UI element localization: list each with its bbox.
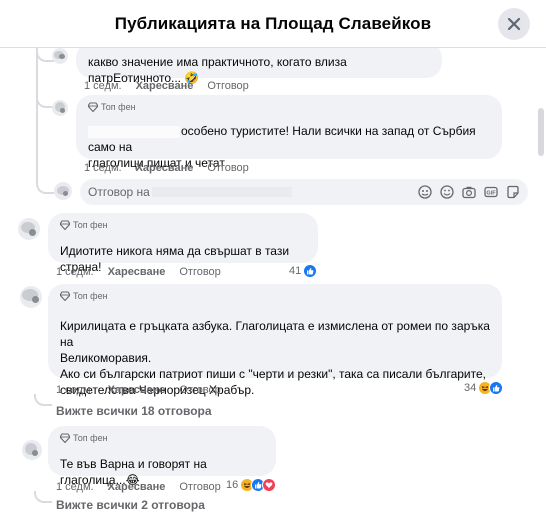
reaction-count: 16	[226, 479, 239, 491]
reply-link[interactable]: Отговор	[207, 162, 248, 174]
comment-actions: 1 седм. Харесване Отговор	[56, 384, 221, 396]
avatar-icon[interactable]	[418, 185, 432, 199]
avatar[interactable]	[20, 286, 42, 308]
like-icon	[489, 381, 504, 395]
love-icon	[262, 478, 277, 492]
diamond-icon	[60, 291, 70, 301]
like-link[interactable]: Харесване	[136, 162, 194, 174]
reply-link[interactable]: Отговор	[179, 384, 220, 396]
close-icon	[507, 17, 521, 31]
comment-bubble: Топ фен Кирилицата е гръцката азбука. Гл…	[48, 284, 502, 397]
comment-text-line: Кирилицата е гръцката азбука. Глаголицат…	[60, 319, 490, 349]
comment-actions: 1 седм. Харесване Отговор	[56, 266, 221, 278]
reaction-count: 41	[289, 265, 302, 277]
like-link[interactable]: Харесване	[108, 266, 166, 278]
reply-placeholder: Отговор на	[88, 185, 150, 199]
avatar[interactable]	[52, 100, 68, 116]
my-avatar[interactable]	[54, 182, 72, 200]
diamond-icon	[88, 102, 98, 112]
avatar[interactable]	[22, 440, 42, 460]
gif-icon[interactable]: GIF	[484, 185, 498, 199]
top-fan-badge: Топ фен	[60, 432, 264, 444]
like-icon	[303, 264, 318, 278]
comment-bubble: Топ фен Идиотите никога няма да свършат …	[48, 213, 318, 274]
comment-time[interactable]: 1 седм.	[56, 481, 94, 493]
like-link[interactable]: Харесване	[108, 481, 166, 493]
thread-connector	[34, 491, 52, 503]
comment-time[interactable]: 1 седм.	[56, 266, 94, 278]
dialog-title: Публикацията на Площад Славейков	[114, 13, 432, 33]
svg-text:GIF: GIF	[486, 191, 496, 197]
avatar[interactable]	[52, 48, 68, 64]
top-fan-badge: Топ фен	[60, 219, 306, 231]
diamond-icon	[60, 433, 70, 443]
reaction-summary[interactable]: 16	[226, 478, 277, 492]
comment-actions: 1 седм. Харесване Отговор	[56, 481, 221, 493]
reply-input[interactable]: Отговор на GIF	[80, 179, 528, 205]
sticker-icon[interactable]	[506, 185, 520, 199]
dialog-header: Публикацията на Площад Славейков	[0, 0, 546, 48]
thread-connector	[36, 180, 54, 194]
comment-bubble: Топ фен особено туристите! Нали всички н…	[76, 95, 502, 170]
reply-link[interactable]: Отговор	[179, 266, 220, 278]
diamond-icon	[60, 220, 70, 230]
avatar[interactable]	[18, 218, 40, 240]
reply-link[interactable]: Отговор	[207, 80, 248, 92]
reaction-summary[interactable]: 41	[289, 264, 318, 278]
reaction-count: 34	[464, 382, 477, 394]
scrollbar[interactable]	[538, 108, 544, 156]
input-icon-bar: GIF	[418, 185, 520, 199]
comment-time[interactable]: 1 седм.	[84, 162, 122, 174]
comment-time[interactable]: 1 седм.	[84, 80, 122, 92]
like-link[interactable]: Харесване	[108, 384, 166, 396]
close-button[interactable]	[498, 8, 530, 40]
comment-bubble: Топ фен Те във Варна и говорят на глагол…	[48, 426, 276, 487]
camera-icon[interactable]	[462, 185, 476, 199]
like-link[interactable]: Харесване	[136, 80, 194, 92]
reaction-summary[interactable]: 34	[464, 381, 504, 395]
comment-text-line: Ако си български патриот пиши с "черти и…	[60, 367, 486, 381]
see-all-replies-link[interactable]: Вижте всички 2 отговора	[56, 498, 205, 512]
comment-actions: 1 седм. Харесване Отговор	[84, 80, 249, 92]
comment-time[interactable]: 1 седм.	[56, 384, 94, 396]
emoji-icon[interactable]	[440, 185, 454, 199]
comment-actions: 1 седм. Харесване Отговор	[84, 162, 249, 174]
see-all-replies-link[interactable]: Вижте всички 18 отговора	[56, 404, 212, 418]
thread-line	[36, 48, 38, 184]
top-fan-badge: Топ фен	[88, 101, 490, 113]
comment-text-line: Великоморавия.	[60, 351, 152, 365]
reply-link[interactable]: Отговор	[179, 481, 220, 493]
comment-bubble: какво значение има практичното, когато в…	[76, 48, 442, 85]
comments-scroll-area[interactable]: какво значение има практичното, когато в…	[0, 48, 546, 513]
comment-text: особено туристите! Нали всички на запад …	[88, 124, 476, 154]
top-fan-badge: Топ фен	[60, 290, 490, 302]
thread-connector	[34, 394, 52, 406]
